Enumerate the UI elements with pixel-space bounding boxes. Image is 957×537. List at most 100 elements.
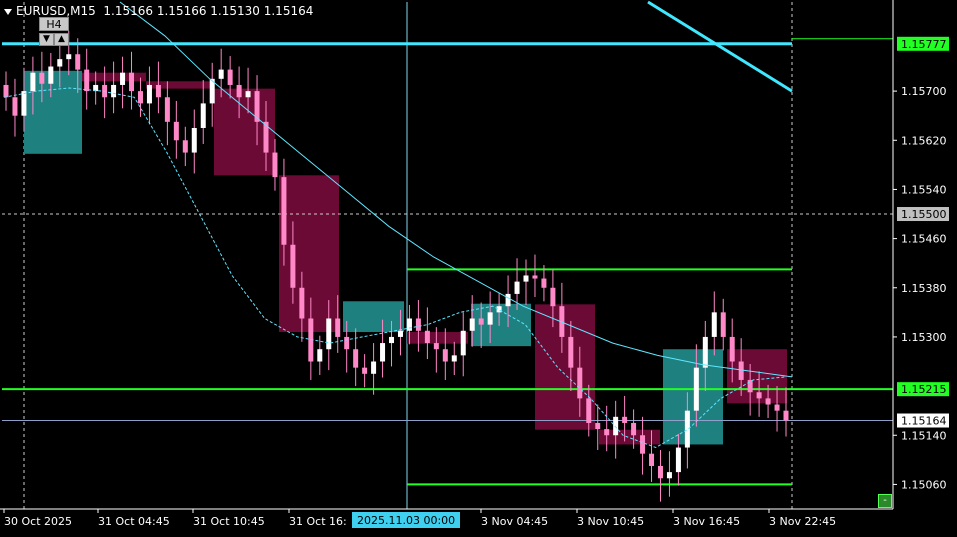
candle-body — [532, 275, 538, 279]
time-tick-label: 30 Oct 2025 — [4, 515, 72, 528]
crosshair-time-tag: 2025.11.03 00:00 — [357, 514, 455, 527]
candle-body — [227, 69, 233, 85]
candle-body — [720, 312, 726, 337]
candle-body — [335, 318, 341, 337]
candle-body — [675, 447, 681, 473]
h4-box — [407, 332, 468, 344]
candle-body — [595, 422, 601, 430]
price-tick-label: 1.15620 — [901, 134, 947, 147]
candle-body — [783, 410, 789, 421]
support-price-tag: 1.15215 — [901, 383, 947, 396]
triangle-down-icon[interactable] — [4, 8, 12, 15]
ohlc-values: 1.15166 1.15166 1.15130 1.15164 — [103, 4, 314, 18]
candle-body — [711, 312, 717, 337]
candle-body — [505, 293, 511, 307]
candle-body — [362, 367, 368, 374]
symbol-label: EURUSD,M15 — [16, 4, 96, 18]
candle-body — [75, 54, 81, 70]
candle-body — [21, 91, 27, 116]
candle-body — [129, 72, 135, 92]
price-tick-label: 1.15060 — [901, 478, 947, 491]
h4-box — [663, 349, 723, 445]
candle-body — [317, 349, 323, 362]
candle-body — [389, 336, 395, 344]
resistance-price-tag: 1.15777 — [901, 38, 947, 51]
candle-body — [344, 336, 350, 350]
candle-body — [738, 361, 744, 380]
candle-body — [84, 69, 90, 92]
candle-body — [66, 54, 72, 60]
candle-body — [380, 343, 386, 362]
h4-box — [279, 175, 339, 333]
price-tick-label: 1.15140 — [901, 429, 947, 442]
candle-body — [640, 435, 646, 454]
time-tick-label: 3 Nov 04:45 — [481, 515, 548, 528]
candle-body — [111, 84, 117, 98]
candle-body — [451, 355, 457, 362]
candle-body — [281, 177, 287, 245]
price-tick-label: 1.15460 — [901, 233, 947, 246]
candle-body — [774, 404, 780, 411]
time-tick-label: 31 Oct 16: — [289, 515, 347, 528]
candle-body — [406, 318, 412, 331]
minus-icon[interactable]: - — [878, 494, 892, 508]
triangle-up-icon: ▲ — [58, 34, 65, 44]
candle-body — [729, 336, 735, 362]
candle-body — [48, 66, 54, 84]
candle-body — [397, 330, 403, 337]
candle-body — [747, 379, 753, 393]
candle-body — [586, 398, 592, 423]
candle-body — [218, 69, 224, 79]
candle-body — [236, 84, 242, 98]
candle-body — [120, 72, 126, 85]
candle-body — [182, 140, 188, 153]
candle-body — [693, 367, 699, 411]
candle-body — [550, 287, 556, 307]
price-tick-label: 1.15300 — [901, 331, 947, 344]
scroll-back-button[interactable]: ▼ — [39, 33, 54, 46]
candle-body — [765, 398, 771, 405]
current-price-tag: 1.15164 — [901, 415, 947, 428]
scroll-forward-button[interactable]: ▲ — [54, 33, 69, 46]
candle-body — [613, 416, 619, 436]
candle-body — [3, 84, 9, 98]
candle-body — [702, 336, 708, 368]
candle-body — [164, 97, 170, 122]
candle-body — [57, 59, 63, 67]
candle-body — [415, 318, 421, 331]
candle-body — [622, 416, 628, 423]
candle-body — [478, 318, 484, 325]
h4-box — [343, 301, 404, 333]
candle-body — [12, 97, 18, 116]
candle-body — [371, 361, 377, 374]
candle-body — [631, 422, 637, 436]
candle-body — [30, 72, 36, 92]
candle-body — [173, 121, 179, 141]
candle-body — [514, 281, 520, 294]
candle-body — [290, 244, 296, 288]
candle-body — [424, 330, 430, 344]
candle-body — [353, 349, 359, 368]
candle-body — [541, 278, 547, 288]
candle-body — [102, 84, 108, 98]
candle-body — [442, 349, 448, 362]
candle-body — [604, 429, 610, 436]
time-tick-label: 3 Nov 16:45 — [673, 515, 740, 528]
timeframe-h4-button[interactable]: H4 — [39, 17, 69, 31]
chart-root[interactable]: 1.15700 1.15620 1.15540 1.15460 1.15380 1.153… — [0, 0, 957, 533]
candle-body — [272, 152, 278, 178]
candle-body — [155, 84, 161, 98]
candle-body — [756, 392, 762, 399]
candle-body — [200, 103, 206, 128]
candle-body — [649, 453, 655, 466]
candle-body — [523, 275, 529, 282]
price-chart[interactable]: 1.15700 1.15620 1.15540 1.15460 1.15380 1.153… — [0, 0, 957, 533]
candle-body — [577, 367, 583, 399]
price-tick-label: 1.15540 — [901, 183, 947, 196]
candle-body — [460, 330, 466, 356]
candle-body — [191, 127, 197, 153]
price-tick-label: 1.15380 — [901, 282, 947, 295]
triangle-down-icon: ▼ — [43, 34, 50, 44]
candle-body — [299, 287, 305, 319]
time-tick-label: 3 Nov 22:45 — [769, 515, 836, 528]
